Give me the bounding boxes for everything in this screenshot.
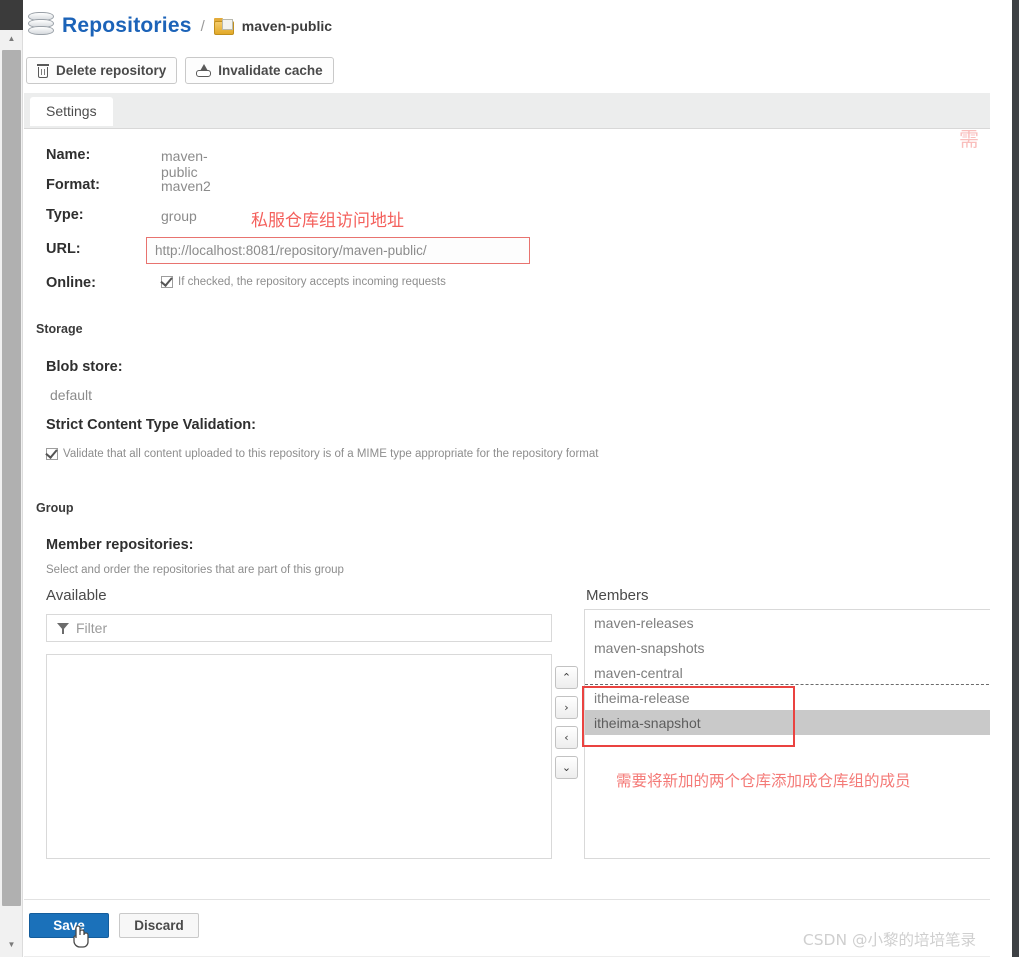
- chevron-left-icon: ‹: [564, 732, 568, 743]
- tab-bar: Settings: [24, 93, 990, 129]
- edge-annotation-fragment: 需: [959, 129, 979, 152]
- page-scrollbar-vertical[interactable]: ▲ ▼: [0, 30, 23, 957]
- member-repositories-label: Member repositories:: [46, 537, 193, 553]
- available-column-title: Available: [46, 587, 107, 604]
- breadcrumb: Repositories / maven-public: [28, 8, 332, 44]
- move-up-button[interactable]: ⌃: [555, 666, 578, 689]
- strict-content-type-label: Strict Content Type Validation:: [46, 417, 256, 433]
- list-item-label: maven-snapshots: [594, 640, 705, 656]
- breadcrumb-separator: /: [200, 18, 206, 35]
- invalidate-cache-button[interactable]: Invalidate cache: [185, 57, 333, 84]
- url-annotation-text: 私服仓库组访问地址: [251, 206, 404, 231]
- list-item-label: itheima-snapshot: [594, 715, 701, 731]
- tab-settings[interactable]: Settings: [30, 97, 113, 126]
- remove-from-members-button[interactable]: ‹: [555, 726, 578, 749]
- group-section-title: Group: [36, 501, 74, 515]
- chevron-right-icon: ›: [564, 702, 568, 713]
- list-item[interactable]: maven-central: [585, 660, 990, 685]
- scrollbar-arrow-up-icon[interactable]: ▲: [0, 30, 23, 47]
- scrollbar-thumb[interactable]: [2, 50, 21, 906]
- database-icon: [28, 12, 54, 40]
- strict-content-type-checkbox-label: Validate that all content uploaded to th…: [63, 447, 598, 461]
- field-name-label: Name:: [46, 147, 161, 163]
- list-item[interactable]: itheima-snapshot: [585, 710, 990, 735]
- field-online-label: Online:: [46, 275, 161, 291]
- field-name-value: maven-public: [161, 148, 208, 180]
- scrollbar-arrow-down-icon[interactable]: ▼: [0, 936, 23, 953]
- field-format-label: Format:: [46, 177, 161, 193]
- blob-store-label: Blob store:: [46, 359, 123, 375]
- funnel-icon: [57, 622, 69, 634]
- chevron-down-icon: ⌄: [562, 762, 571, 773]
- app-screen: ▲ ▼ Repositories / maven-public Delete r…: [0, 0, 1019, 957]
- list-item-label: maven-central: [594, 665, 683, 681]
- member-repositories-note: Select and order the repositories that a…: [46, 564, 344, 576]
- list-item[interactable]: maven-releases: [585, 610, 990, 635]
- delete-repository-button[interactable]: Delete repository: [26, 57, 177, 84]
- list-item-label: maven-releases: [594, 615, 694, 631]
- move-down-button[interactable]: ⌄: [555, 756, 578, 779]
- field-type-label: Type:: [46, 207, 161, 223]
- list-item[interactable]: maven-snapshots: [585, 635, 990, 660]
- chevron-up-icon: ⌃: [562, 672, 571, 683]
- strict-content-type-checkbox[interactable]: [46, 448, 58, 460]
- online-checkbox[interactable]: [161, 276, 173, 288]
- online-checkbox-label: If checked, the repository accepts incom…: [178, 275, 446, 289]
- repository-url-box[interactable]: http://localhost:8081/repository/maven-p…: [146, 237, 530, 264]
- csdn-watermark: CSDN @小黎的培培笔录: [803, 928, 976, 950]
- delete-repository-label: Delete repository: [56, 63, 166, 78]
- field-type-value: group: [161, 208, 197, 224]
- members-repositories-list[interactable]: maven-releases maven-snapshots maven-cen…: [584, 609, 990, 859]
- folder-icon: [214, 18, 234, 35]
- list-item-label: itheima-release: [594, 690, 690, 706]
- members-annotation-text: 需要将新加的两个仓库添加成仓库组的成员: [616, 769, 911, 791]
- available-filter-placeholder: Filter: [76, 620, 107, 636]
- invalidate-cache-label: Invalidate cache: [218, 63, 322, 78]
- right-edge-dark: [1012, 0, 1019, 957]
- blob-store-value: default: [50, 387, 92, 403]
- available-filter-input[interactable]: Filter: [46, 614, 552, 642]
- save-button[interactable]: Save: [29, 913, 109, 938]
- breadcrumb-root-link[interactable]: Repositories: [62, 14, 192, 38]
- main-content: Repositories / maven-public Delete repos…: [24, 0, 990, 957]
- settings-panel: 需 Name: maven-public Format: maven2 Type…: [24, 129, 990, 899]
- add-to-members-button[interactable]: ›: [555, 696, 578, 719]
- cloud-upload-icon: [196, 64, 211, 78]
- discard-button[interactable]: Discard: [119, 913, 199, 938]
- storage-section-title: Storage: [36, 322, 83, 336]
- online-checkbox-row[interactable]: If checked, the repository accepts incom…: [161, 275, 521, 289]
- list-item[interactable]: itheima-release: [585, 685, 990, 710]
- available-repositories-list[interactable]: [46, 654, 552, 859]
- breadcrumb-current-item: maven-public: [242, 18, 332, 34]
- action-toolbar: Delete repository Invalidate cache: [26, 57, 334, 84]
- window-corner-block: [0, 0, 23, 30]
- members-column-title: Members: [586, 587, 649, 604]
- footer-bar: Save Discard CSDN @小黎的培培笔录: [24, 900, 990, 957]
- field-format-value: maven2: [161, 178, 211, 194]
- field-url-label: URL:: [46, 241, 161, 257]
- strict-content-type-checkbox-row[interactable]: Validate that all content uploaded to th…: [46, 447, 726, 461]
- trash-icon: [37, 64, 49, 78]
- repository-url-value: http://localhost:8081/repository/maven-p…: [155, 243, 427, 258]
